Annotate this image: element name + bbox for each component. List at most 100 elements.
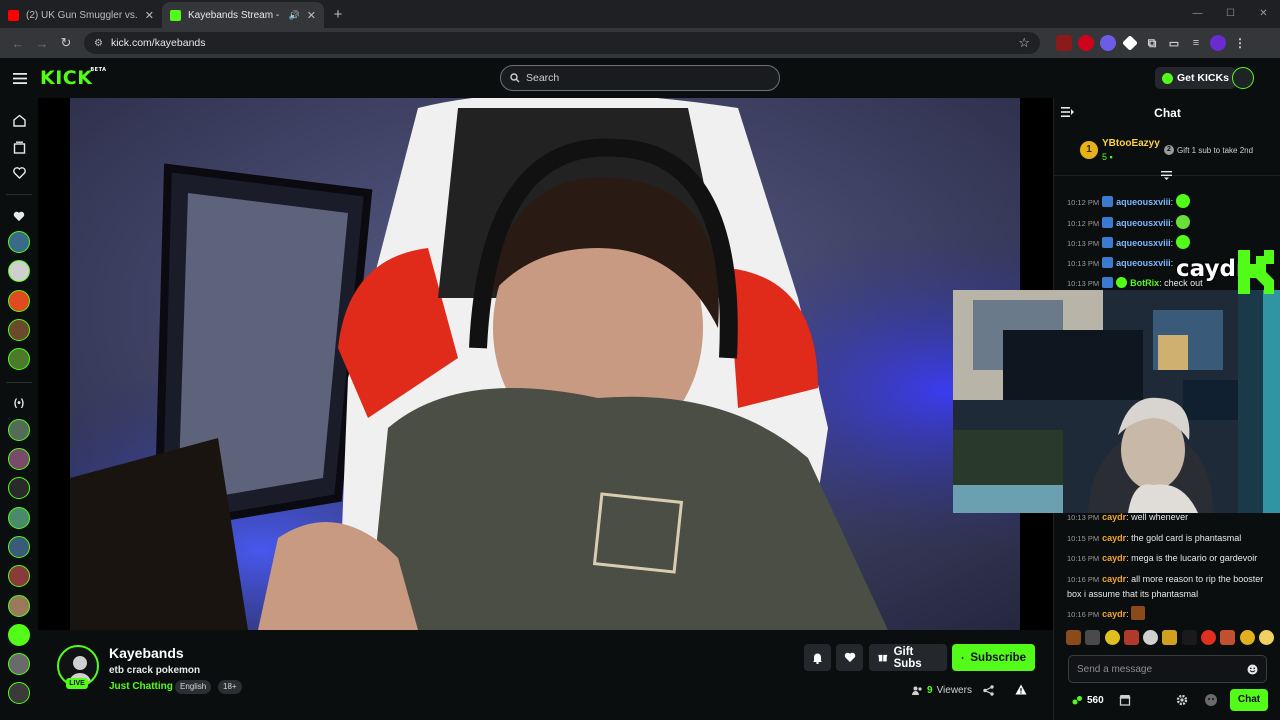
- leaderboard-username[interactable]: YBtooEazyy: [1102, 138, 1160, 149]
- bookmark-star-icon[interactable]: ☆: [1018, 35, 1030, 51]
- emote-icon: [1175, 194, 1190, 208]
- recommended-channel-avatar[interactable]: [8, 536, 30, 558]
- message-username[interactable]: aqueousxviii: [1116, 218, 1171, 228]
- emote-icon[interactable]: [1123, 630, 1139, 645]
- emote-picker-icon[interactable]: [1204, 693, 1218, 707]
- subscribe-button[interactable]: Subscribe: [952, 644, 1035, 671]
- follow-heart-button[interactable]: [836, 644, 863, 671]
- maximize-icon[interactable]: ☐: [1214, 0, 1247, 28]
- recommended-channel-avatar[interactable]: [8, 682, 30, 704]
- back-button[interactable]: ←: [6, 31, 30, 55]
- new-tab-button[interactable]: +: [324, 2, 352, 28]
- recommended-channel-avatar[interactable]: [8, 477, 30, 499]
- message-username[interactable]: BotRix: [1130, 278, 1159, 288]
- message-username[interactable]: aqueousxviii: [1116, 238, 1171, 248]
- message-username[interactable]: caydr: [1102, 574, 1126, 584]
- message-username[interactable]: aqueousxviii: [1116, 197, 1171, 207]
- channel-name[interactable]: Kayebands: [109, 645, 184, 661]
- search-input[interactable]: Search: [500, 65, 780, 91]
- emote-icon[interactable]: [1066, 630, 1081, 645]
- browser-tab-kick[interactable]: Kayebands Stream - Watch 🔊 ✕: [162, 2, 324, 28]
- emote-icon[interactable]: [1258, 630, 1274, 645]
- followed-channel-avatar[interactable]: [8, 231, 30, 253]
- send-chat-button[interactable]: Chat: [1230, 689, 1268, 711]
- url-input[interactable]: ⚙ kick.com/kayebands ☆: [84, 32, 1040, 54]
- notification-bell-button[interactable]: [804, 644, 831, 671]
- stream-category-link[interactable]: Just Chatting: [109, 681, 173, 692]
- kick-logo[interactable]: KICK BETA: [40, 67, 106, 89]
- message-username[interactable]: aqueousxviii: [1116, 258, 1171, 268]
- points-value: 560: [1087, 695, 1104, 706]
- cast-icon[interactable]: ▭: [1166, 35, 1182, 51]
- profile-icon[interactable]: [1210, 35, 1226, 51]
- recommended-channel-avatar[interactable]: [8, 653, 30, 675]
- menu-icon[interactable]: ⋮: [1232, 35, 1248, 51]
- adblock-icon[interactable]: [1078, 35, 1094, 51]
- emote-icon[interactable]: [1181, 630, 1197, 645]
- emote-icon[interactable]: [1239, 630, 1255, 645]
- media-icon[interactable]: ≡: [1188, 35, 1204, 51]
- subscribe-label: Subscribe: [970, 651, 1026, 664]
- share-icon[interactable]: [983, 685, 994, 696]
- star-icon: [961, 655, 965, 660]
- puzzle-icon[interactable]: ⧉: [1144, 35, 1160, 51]
- extension-icon[interactable]: [1056, 35, 1072, 51]
- user-avatar[interactable]: [1232, 67, 1254, 89]
- close-icon[interactable]: ✕: [307, 9, 316, 22]
- store-icon[interactable]: [1119, 694, 1131, 706]
- site-info-icon[interactable]: ⚙: [94, 38, 103, 49]
- reload-button[interactable]: ↻: [54, 31, 78, 55]
- recommended-channel-avatar[interactable]: [8, 448, 30, 470]
- browse-icon[interactable]: [11, 139, 27, 155]
- message-username[interactable]: caydr: [1102, 609, 1126, 619]
- emote-icon[interactable]: [1201, 630, 1217, 645]
- video-player[interactable]: [38, 98, 1053, 630]
- forward-button[interactable]: →: [30, 31, 54, 55]
- sidebar-divider: [6, 194, 32, 195]
- channel-points[interactable]: 560: [1072, 695, 1104, 706]
- extension-icon[interactable]: [1100, 35, 1116, 51]
- tag-mature[interactable]: 18+: [218, 680, 242, 694]
- hamburger-menu-icon[interactable]: [0, 72, 40, 84]
- gift-subs-button[interactable]: Gift Subs: [869, 644, 947, 671]
- chat-message: 10:13 PM aqueousxviii:: [1067, 235, 1272, 251]
- followed-channel-avatar[interactable]: [8, 260, 30, 282]
- browser-tab-youtube[interactable]: (2) UK Gun Smuggler vs. Florid ✕: [0, 2, 162, 28]
- emote-icon[interactable]: [1220, 630, 1236, 645]
- emote-icon[interactable]: [1162, 630, 1178, 645]
- get-kicks-button[interactable]: Get KICKs: [1155, 67, 1236, 89]
- message-time: 10:13 PM: [1067, 513, 1100, 522]
- window-close-icon[interactable]: ✕: [1247, 0, 1280, 28]
- emoji-icon[interactable]: [1247, 664, 1258, 675]
- recommended-channel-avatar[interactable]: [8, 565, 30, 587]
- message-username[interactable]: caydr: [1102, 553, 1126, 563]
- gift-prompt[interactable]: 2 Gift 1 sub to take 2nd: [1164, 145, 1253, 155]
- minimize-icon[interactable]: —: [1181, 0, 1214, 28]
- settings-gear-icon[interactable]: [1176, 694, 1188, 706]
- home-icon[interactable]: [11, 112, 27, 128]
- message-username[interactable]: caydr: [1102, 512, 1126, 522]
- chat-message-input[interactable]: Send a message: [1068, 655, 1267, 683]
- recommended-channel-avatar[interactable]: [8, 624, 30, 646]
- tag-language[interactable]: English: [175, 680, 212, 694]
- pip-stream-overlay[interactable]: [953, 290, 1280, 513]
- recommended-channel-avatar[interactable]: [8, 419, 30, 441]
- emote-icon[interactable]: [1104, 630, 1120, 645]
- logo-text: KICK: [40, 67, 93, 89]
- viewer-count: 9 Viewers: [912, 685, 972, 696]
- followed-channel-avatar[interactable]: [8, 348, 30, 370]
- recommended-channel-avatar[interactable]: [8, 507, 30, 529]
- extension-icon[interactable]: [1122, 35, 1138, 51]
- following-heart-icon[interactable]: [11, 165, 27, 181]
- followed-channel-avatar[interactable]: [8, 290, 30, 312]
- report-warning-icon[interactable]: [1015, 684, 1027, 695]
- speaker-icon[interactable]: 🔊: [289, 10, 300, 21]
- close-icon[interactable]: ✕: [145, 9, 154, 22]
- emote-icon[interactable]: [1085, 630, 1101, 645]
- message-username[interactable]: caydr: [1102, 533, 1126, 543]
- recommended-channel-avatar[interactable]: [8, 595, 30, 617]
- emote-icon[interactable]: [1143, 630, 1159, 645]
- sidebar: (•): [0, 98, 38, 720]
- message-time: 10:13 PM: [1067, 259, 1100, 268]
- followed-channel-avatar[interactable]: [8, 319, 30, 341]
